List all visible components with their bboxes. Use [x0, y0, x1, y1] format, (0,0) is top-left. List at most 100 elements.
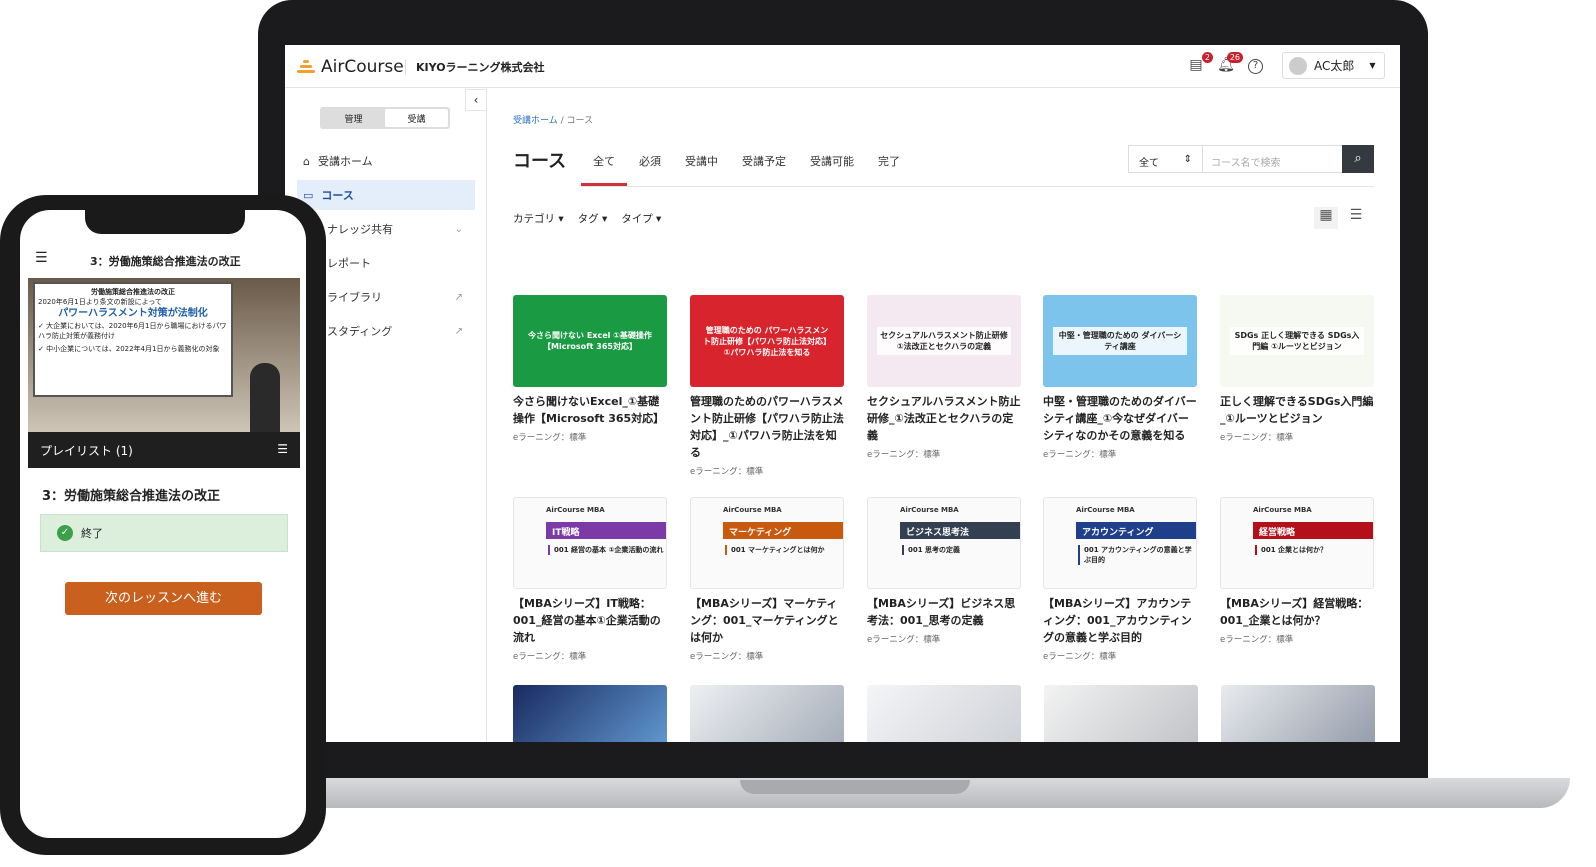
user-menu[interactable]: AC太郎 ▼ [1282, 52, 1385, 79]
playlist-menu-icon: ☰ [277, 442, 288, 456]
breadcrumb: 受講ホーム / コース [513, 116, 594, 126]
mba-subject-bar: ビジネス思考法 [900, 522, 1020, 539]
course-card[interactable]: AirCourse MBA ビジネス思考法 001 思考の定義【MBAシリーズ】… [867, 497, 1021, 645]
course-thumbnail[interactable]: セクシュアルハラスメント防止研修 ①法改正とセクハラの定義 [867, 295, 1021, 387]
tab-required[interactable]: 必須 [627, 153, 673, 186]
course-thumbnail[interactable]: AirCourse MBA アカウンティング 001 アカウンティングの意義と学… [1043, 497, 1197, 589]
course-title[interactable]: 【MBAシリーズ】ビジネス思考法：001_思考の定義 [867, 595, 1021, 629]
course-thumbnail[interactable]: 今さら聞けない Excel ①基礎操作【Microsoft 365対応】 [513, 295, 667, 387]
course-card[interactable]: SDGs 正しく理解できる SDGs入門編 ①ルーツとビジョン正しく理解できるS… [1220, 295, 1374, 443]
mba-subject-bar: 経営戦略 [1253, 522, 1373, 539]
course-title[interactable]: 【MBAシリーズ】アカウンティング：001_アカウンティングの意義と学ぶ目的 [1043, 595, 1197, 646]
course-title[interactable]: 管理職のためのパワーハラスメント防止研修【パワハラ防止法対応】_①パワハラ防止法… [690, 393, 844, 461]
mba-brand: AirCourse MBA [546, 506, 605, 514]
search-input[interactable]: コース名で検索 [1203, 145, 1343, 173]
course-card[interactable]: AirCourse MBA マーケティング 001 マーケティングとは何か【MB… [690, 497, 844, 662]
hamburger-menu-icon[interactable]: ☰ [35, 250, 48, 266]
monitor-icon: ▭ [303, 188, 314, 202]
course-thumbnail[interactable]: AirCourse MBA マーケティング 001 マーケティングとは何か [690, 497, 844, 589]
next-lesson-button[interactable]: 次のレッスンへ進む [65, 582, 262, 615]
course-card[interactable]: 今さら聞けない Excel ①基礎操作【Microsoft 365対応】今さら聞… [513, 295, 667, 443]
slide-bullet: ✓ 中小企業については、2022年4月1日から義務化の対象 [38, 345, 220, 353]
help-icon[interactable]: ? [1248, 59, 1263, 74]
lecture-slide: 労働施策総合推進法の改正 2020年6月1日より条文の新設によって パワーハラス… [33, 282, 233, 397]
course-title[interactable]: 中堅・管理職のためのダイバーシティ講座_①今なぜダイバーシティなのかその意義を知… [1043, 393, 1197, 444]
list-view-icon[interactable]: ☰ [1344, 207, 1368, 229]
course-thumbnail[interactable]: AirCourse MBA IT戦略 001 経営の基本 ①企業活動の流れ [513, 497, 667, 589]
playlist-bar[interactable]: プレイリスト (1) ☰ [28, 432, 300, 468]
page-title: コース [513, 151, 567, 172]
grid-view-icon[interactable]: ▦ [1314, 207, 1338, 229]
course-thumbnail-photo[interactable] [1044, 685, 1198, 742]
toggle-admin[interactable]: 管理 [322, 109, 385, 127]
course-thumbnail-photo[interactable] [867, 685, 1021, 742]
course-card[interactable]: AirCourse MBA 経営戦略 001 企業とは何か？ 【MBAシリーズ】経… [1220, 497, 1374, 645]
presenter-figure [250, 363, 280, 433]
course-title[interactable]: 【MBAシリーズ】経営戦略：001_企業とは何か？ [1220, 595, 1374, 629]
sidebar-item-label: ナレッジ共有 [327, 223, 393, 236]
phone-screen: ☰ 3：労働施策総合推進法の改正 労働施策総合推進法の改正 2020年6月1日よ… [20, 210, 306, 838]
course-title[interactable]: 正しく理解できるSDGs入門編_①ルーツとビジョン [1220, 393, 1374, 427]
filter-tag[interactable]: タグ ▾ [578, 211, 608, 226]
breadcrumb-current: コース [566, 116, 594, 126]
course-card[interactable]: 中堅・管理職のための ダイバーシティ講座中堅・管理職のためのダイバーシティ講座_… [1043, 295, 1197, 460]
video-player[interactable]: 労働施策総合推進法の改正 2020年6月1日より条文の新設によって パワーハラス… [28, 278, 300, 433]
tab-in-progress[interactable]: 受講中 [673, 153, 730, 186]
course-type: eラーニング：標準 [1220, 635, 1294, 645]
tab-scheduled[interactable]: 受講予定 [730, 153, 798, 186]
tab-available[interactable]: 受講可能 [798, 153, 866, 186]
sidebar-item-courses[interactable]: ▭ コース [297, 180, 475, 210]
mba-brand: AirCourse MBA [900, 506, 959, 514]
lesson-header-title: 3：労働施策総合推進法の改正 [90, 255, 241, 268]
collapse-sidebar-button[interactable]: ‹ [465, 89, 487, 111]
avatar [1289, 56, 1307, 75]
slide-text: 2020年6月1日より条文の新設によって [38, 298, 163, 306]
brand-logo[interactable]: AirCourse [297, 57, 404, 77]
toggle-learner[interactable]: 受講 [385, 109, 448, 127]
filter-type[interactable]: タイプ ▾ [621, 211, 661, 226]
notification-badge: 26 [1226, 52, 1243, 63]
course-thumbnail[interactable]: 中堅・管理職のための ダイバーシティ講座 [1043, 295, 1197, 387]
breadcrumb-home-link[interactable]: 受講ホーム [513, 116, 558, 126]
status-select-value: 全て [1139, 158, 1159, 169]
thumbnail-caption: セクシュアルハラスメント防止研修 ①法改正とセクハラの定義 [877, 327, 1011, 355]
course-card[interactable]: AirCourse MBA アカウンティング 001 アカウンティングの意義と学… [1043, 497, 1197, 662]
status-completed: ✓ 終了 [40, 514, 288, 552]
course-type: eラーニング：標準 [1043, 450, 1117, 460]
phone-notch [85, 210, 245, 234]
course-title[interactable]: 今さら聞けないExcel_①基礎操作【Microsoft 365対応】 [513, 393, 667, 427]
course-thumbnail-photo[interactable] [513, 685, 667, 742]
tab-all[interactable]: 全て [581, 153, 627, 186]
home-icon: ⌂ [303, 154, 310, 168]
course-thumbnail-photo[interactable] [1221, 685, 1375, 742]
tab-completed[interactable]: 完了 [866, 153, 912, 186]
caret-down-icon: ▼ [1369, 61, 1376, 70]
search-button[interactable]: ⌕ [1342, 145, 1374, 173]
clipboard-icon[interactable]: ▤ 2 [1187, 52, 1213, 75]
course-title[interactable]: セクシュアルハラスメント防止研修_①法改正とセクハラの定義 [867, 393, 1021, 444]
course-thumbnail[interactable]: AirCourse MBA ビジネス思考法 001 思考の定義 [867, 497, 1021, 589]
course-type: eラーニング：標準 [513, 652, 587, 662]
course-card[interactable]: 管理職のための パワーハラスメント防止研修【パワハラ防止法対応】①パワハラ防止法… [690, 295, 844, 477]
status-select[interactable]: 全て ⇕ [1128, 145, 1203, 173]
course-type: eラーニング：標準 [690, 467, 764, 477]
sidebar-item-home[interactable]: ⌂ 受講ホーム [297, 146, 475, 176]
course-thumbnail[interactable]: SDGs 正しく理解できる SDGs入門編 ①ルーツとビジョン [1220, 295, 1374, 387]
bell-icon[interactable]: 🔔︎ 26 [1217, 52, 1243, 75]
thumbnail-caption: 中堅・管理職のための ダイバーシティ講座 [1053, 327, 1187, 355]
course-thumbnail[interactable]: 管理職のための パワーハラスメント防止研修【パワハラ防止法対応】①パワハラ防止法… [690, 295, 844, 387]
course-thumbnail-photo[interactable] [690, 685, 844, 742]
course-title[interactable]: 【MBAシリーズ】マーケティング：001_マーケティングとは何か [690, 595, 844, 646]
sidebar-item-label: コース [321, 189, 354, 202]
filter-label: タイプ [621, 213, 653, 225]
course-card[interactable]: AirCourse MBA IT戦略 001 経営の基本 ①企業活動の流れ【MB… [513, 497, 667, 662]
filter-category[interactable]: カテゴリ ▾ [513, 211, 564, 226]
status-label: 終了 [81, 527, 103, 540]
mba-lesson-number: 001 マーケティングとは何か [725, 545, 843, 555]
course-type: eラーニング：標準 [867, 635, 941, 645]
course-thumbnail[interactable]: AirCourse MBA 経営戦略 001 企業とは何か？ [1220, 497, 1374, 589]
course-card[interactable]: セクシュアルハラスメント防止研修 ①法改正とセクハラの定義セクシュアルハラスメン… [867, 295, 1021, 460]
mba-brand: AirCourse MBA [1253, 506, 1312, 514]
course-type: eラーニング：標準 [1043, 652, 1117, 662]
course-title[interactable]: 【MBAシリーズ】IT戦略：001_経営の基本①企業活動の流れ [513, 595, 667, 646]
